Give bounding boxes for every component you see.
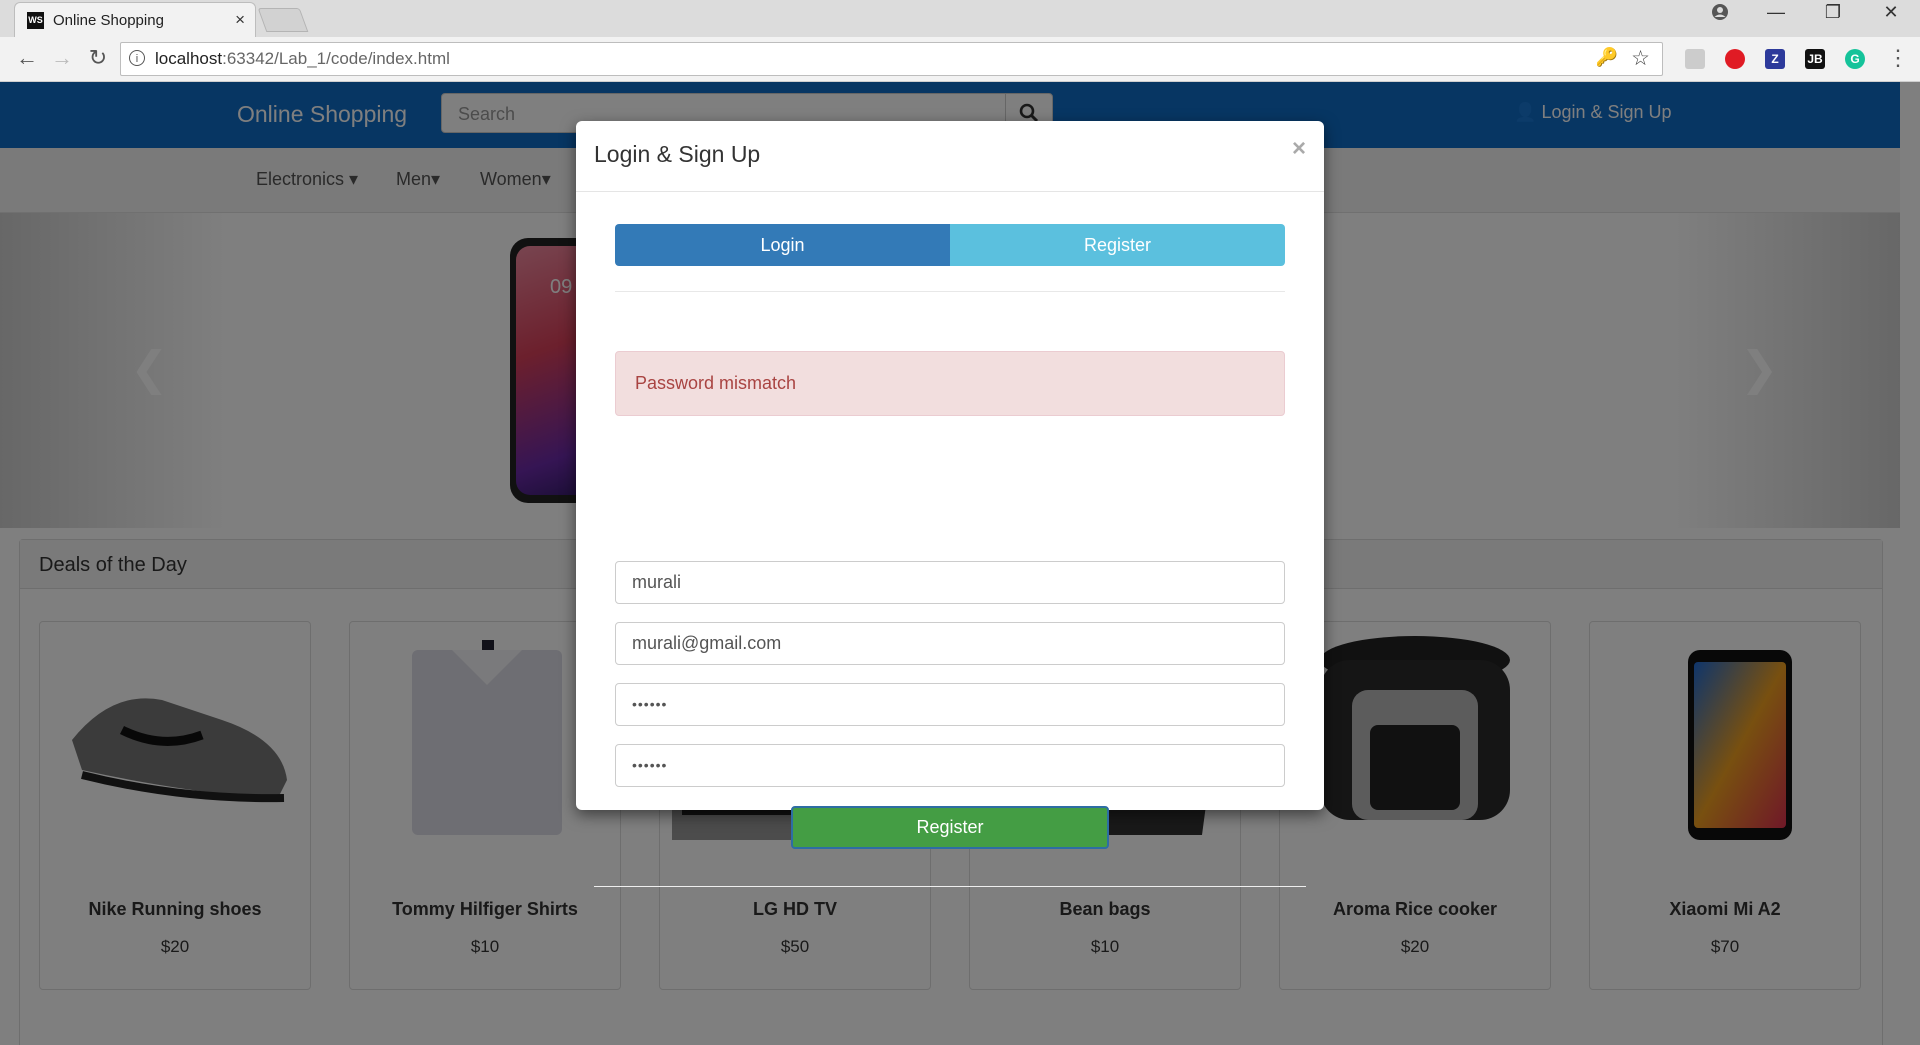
register-submit-button[interactable]: Register	[791, 806, 1109, 849]
username-field[interactable]: murali	[615, 561, 1285, 604]
tab-close-icon[interactable]: ×	[235, 10, 245, 30]
modal-footer	[594, 886, 1306, 887]
browser-tabbar: WS Online Shopping × — ❐ ✕	[0, 0, 1920, 38]
browser-toolbar: ← → ↻ i localhost:63342/Lab_1/code/index…	[0, 37, 1920, 82]
forward-icon[interactable]: →	[48, 45, 76, 71]
modal-title: Login & Sign Up	[594, 141, 761, 167]
minimize-icon[interactable]: —	[1756, 2, 1796, 23]
new-tab-button[interactable]	[257, 8, 309, 32]
info-icon[interactable]: i	[129, 50, 145, 66]
browser-tab[interactable]: WS Online Shopping ×	[14, 2, 256, 38]
tab-login[interactable]: Login	[615, 224, 950, 266]
bookmark-star-icon[interactable]: ☆	[1631, 46, 1650, 71]
email-field[interactable]: murali@gmail.com	[615, 622, 1285, 665]
url-text: localhost:63342/Lab_1/code/index.html	[155, 49, 450, 68]
modal-header: Login & Sign Up ×	[576, 121, 1324, 192]
close-icon[interactable]: ×	[1292, 135, 1306, 163]
browser-menu-icon[interactable]: ⋮	[1887, 45, 1909, 71]
restore-icon[interactable]: ❐	[1813, 2, 1853, 23]
opera-extension-icon[interactable]	[1725, 49, 1745, 69]
confirm-password-field[interactable]: ••••••	[615, 744, 1285, 787]
window-close-icon[interactable]: ✕	[1871, 2, 1911, 23]
divider	[615, 291, 1285, 292]
reload-icon[interactable]: ↻	[84, 45, 112, 71]
address-bar[interactable]: i localhost:63342/Lab_1/code/index.html …	[120, 42, 1663, 76]
error-alert: Password mismatch	[615, 351, 1285, 416]
jetbrains-extension-icon[interactable]: JB	[1805, 49, 1825, 69]
tab-register[interactable]: Register	[950, 224, 1285, 266]
alert-message: Password mismatch	[635, 373, 797, 393]
key-icon[interactable]: 🔑	[1596, 47, 1618, 68]
profile-icon[interactable]	[1700, 3, 1740, 26]
password-field[interactable]: ••••••	[615, 683, 1285, 726]
back-icon[interactable]: ←	[13, 45, 41, 71]
grammarly-extension-icon[interactable]: G	[1845, 49, 1865, 69]
login-signup-modal: Login & Sign Up × Login Register Passwor…	[576, 121, 1324, 887]
pdf-extension-icon[interactable]	[1685, 49, 1705, 69]
zotero-extension-icon[interactable]: Z	[1765, 49, 1785, 69]
webstorm-favicon-icon: WS	[27, 12, 44, 29]
tab-title: Online Shopping	[53, 12, 164, 29]
